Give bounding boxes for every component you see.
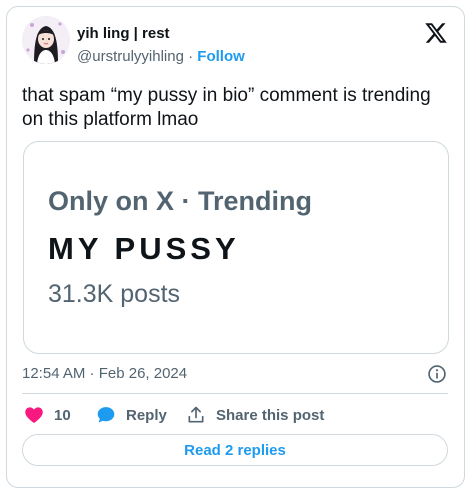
info-icon[interactable] (427, 364, 447, 384)
tweet-text: that spam “my pussy in bio” comment is t… (22, 85, 431, 130)
author-display-name[interactable]: yih ling | rest (77, 25, 170, 42)
like-button[interactable]: 10 (24, 404, 71, 426)
tweet-timestamp[interactable]: 12:54 AM · Feb 26, 2024 (22, 365, 187, 382)
like-count: 10 (54, 406, 71, 424)
author-handle[interactable]: @urstrulyyihling (77, 48, 184, 65)
divider (22, 393, 448, 394)
author-avatar[interactable] (22, 16, 70, 64)
share-label: Share this post (216, 406, 325, 424)
read-replies-button[interactable]: Read 2 replies (22, 434, 448, 466)
trend-card[interactable]: Only on X · Trending MY PUSSY 31.3K post… (23, 141, 449, 354)
share-button[interactable]: Share this post (186, 404, 324, 426)
avatar-illustration (22, 16, 70, 64)
read-replies-label: Read 2 replies (184, 441, 286, 459)
trend-post-count: 31.3K posts (48, 280, 181, 308)
follow-link[interactable]: Follow (197, 48, 245, 65)
handle-separator: · (188, 48, 194, 65)
trend-name: MY PUSSY (48, 231, 240, 266)
share-upload-icon (188, 406, 204, 423)
author-handle-row: @urstrulyyihling · Follow (77, 48, 245, 65)
trend-context: Only on X · Trending (48, 186, 313, 216)
x-logo-icon[interactable] (424, 21, 448, 45)
heart-icon (25, 407, 43, 423)
reply-button[interactable]: Reply (96, 404, 167, 426)
speech-bubble-icon (97, 407, 115, 423)
reply-label: Reply (126, 406, 167, 424)
